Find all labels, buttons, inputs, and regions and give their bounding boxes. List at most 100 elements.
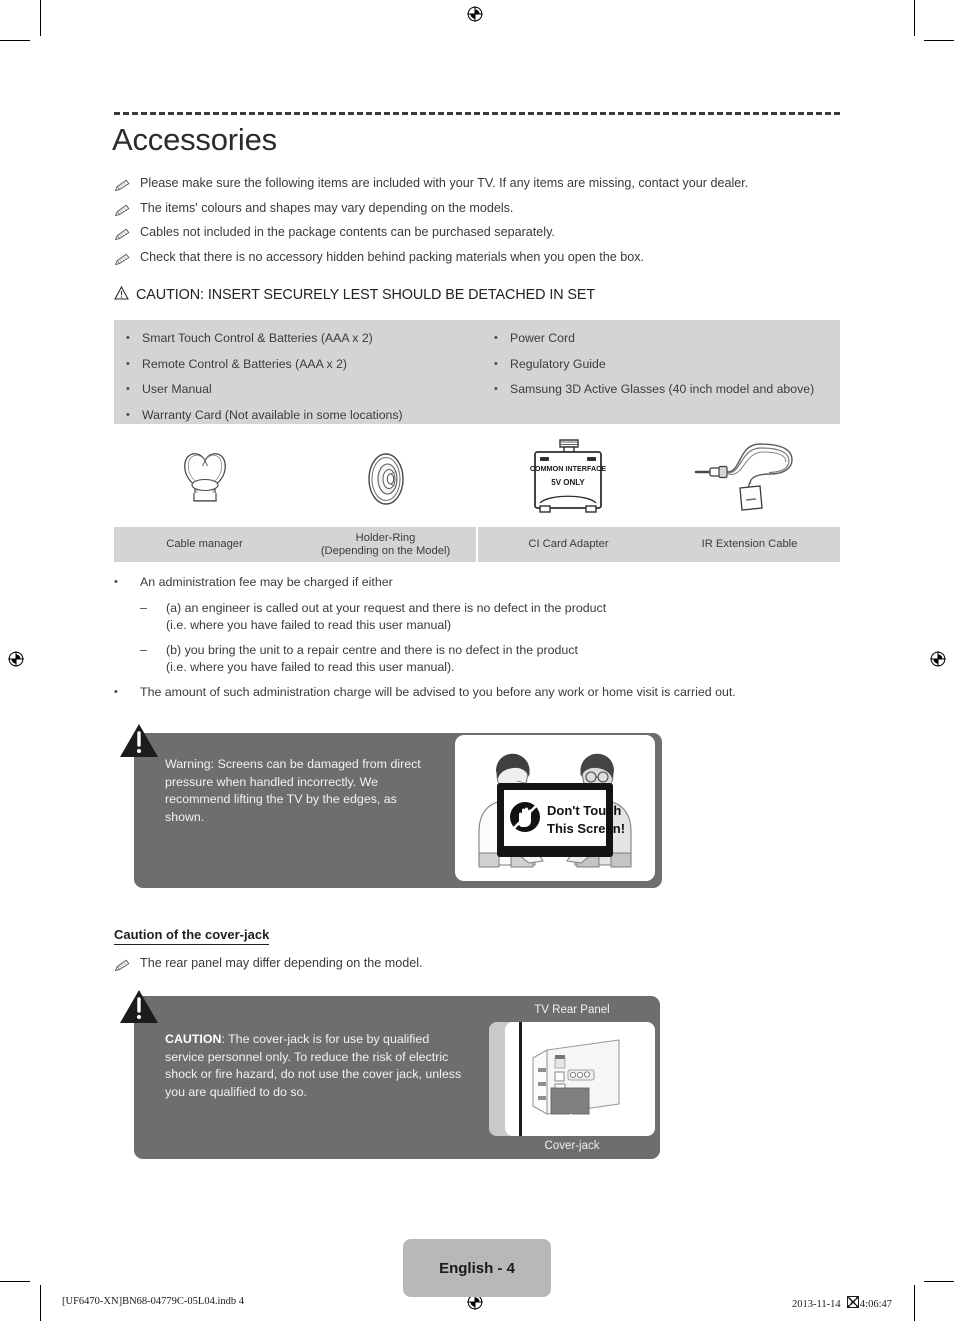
- cover-jack-note: The rear panel may differ depending on t…: [114, 956, 423, 974]
- registration-mark-left: [8, 651, 24, 667]
- list-item-label: Regulatory Guide: [510, 356, 606, 371]
- admin-sub-item: – (a) an engineer is called out at your …: [114, 600, 854, 633]
- caption-line-2: (Depending on the Model): [320, 544, 451, 557]
- crop-mark-top-right-horizontal: [924, 40, 954, 41]
- note-item: The items' colours and shapes may vary d…: [114, 201, 854, 216]
- dash-icon: –: [140, 643, 147, 658]
- admin-bullet-item: • The amount of such administration char…: [114, 684, 854, 700]
- dash-icon: –: [140, 601, 147, 616]
- caption-line-1: Cable manager: [166, 538, 243, 550]
- footer-file-name: [UF6470-XN]BN68-04779C-05L04.indb 4: [62, 1296, 244, 1307]
- bullet-icon: •: [494, 357, 498, 370]
- list-item: • Power Cord: [494, 326, 834, 352]
- accessory-caption-cable-manager: Cable manager: [114, 527, 295, 562]
- accessory-icon-cell: COMMON INTERFACE 5V ONLY: [477, 432, 659, 525]
- list-item-label: Remote Control & Batteries (AAA x 2): [142, 356, 348, 371]
- admin-bullet-text: An administration fee may be charged if …: [140, 575, 393, 589]
- notes-list: Please make sure the following items are…: [114, 176, 854, 274]
- bullet-icon: •: [114, 576, 118, 588]
- accessory-list-right-column: • Power Cord • Regulatory Guide • Samsun…: [494, 326, 834, 403]
- pencil-note-icon: [114, 179, 140, 194]
- crop-mark-top-left-vertical: [40, 0, 41, 36]
- list-item-label: Smart Touch Control & Batteries (AAA x 2…: [142, 331, 373, 345]
- screen-text-line-2: This Screen!: [547, 821, 625, 836]
- bullet-icon: •: [114, 686, 118, 699]
- accessory-icon-cell: [114, 432, 296, 525]
- accessory-icons-row: COMMON INTERFACE 5V ONLY: [114, 432, 840, 525]
- pencil-note-icon: [114, 228, 140, 243]
- list-item: • Warranty Card (Not available in some l…: [126, 403, 486, 429]
- accessory-icons-captions: Cable manager Holder-Ring (Depending on …: [114, 527, 840, 562]
- bullet-icon: •: [494, 332, 498, 344]
- note-text: Check that there is no accessory hidden …: [140, 249, 645, 264]
- page-title: Accessories: [112, 122, 277, 157]
- accessory-caption-holder-ring: Holder-Ring (Depending on the Model): [295, 527, 476, 562]
- note-text: The items' colours and shapes may vary d…: [140, 200, 514, 215]
- ci-card-adapter-icon: COMMON INTERFACE 5V ONLY: [530, 438, 606, 513]
- pencil-note-icon: [114, 204, 140, 219]
- admin-sub-text-line-2: (i.e. where you have failed to read this…: [166, 659, 455, 674]
- accessory-caption-ir-extension-cable: IR Extension Cable: [659, 527, 840, 562]
- admin-bullet-item: • An administration fee may be charged i…: [114, 574, 854, 590]
- note-item: Cables not included in the package conte…: [114, 225, 854, 243]
- page-number-badge: English - 4: [403, 1239, 551, 1297]
- bullet-icon: •: [126, 332, 130, 344]
- list-item-label: Power Cord: [510, 331, 575, 345]
- administration-fee-list: • An administration fee may be charged i…: [114, 574, 854, 710]
- admin-sub-text-line-1: (b) you bring the unit to a repair centr…: [166, 643, 578, 658]
- pencil-note-icon: [114, 959, 140, 974]
- list-item: • User Manual: [126, 377, 486, 403]
- cover-jack-caution-text: CAUTION: The cover-jack is for use by qu…: [165, 1031, 465, 1101]
- note-item: Check that there is no accessory hidden …: [114, 250, 854, 265]
- unrenderable-cjk-glyph: [846, 1296, 859, 1308]
- cable-manager-icon: [183, 452, 226, 502]
- crop-mark-bottom-left-vertical: [40, 1285, 41, 1321]
- cover-jack-caution-strong: CAUTION: [165, 1032, 222, 1046]
- title-dashed-rule: [114, 112, 840, 115]
- list-item-label: Samsung 3D Active Glasses (40 inch model…: [510, 382, 815, 396]
- bullet-icon: •: [126, 357, 130, 370]
- note-item: Please make sure the following items are…: [114, 176, 854, 194]
- note-text: Please make sure the following items are…: [140, 176, 749, 190]
- bullet-icon: •: [494, 383, 498, 395]
- accessory-caption-ci-card-adapter: CI Card Adapter: [476, 527, 659, 562]
- manual-page: Accessories Please make sure the followi…: [0, 0, 954, 1321]
- tv-rear-panel-illustration: [489, 1022, 655, 1136]
- list-item-label: User Manual: [142, 382, 212, 396]
- list-item: • Regulatory Guide: [494, 352, 834, 378]
- footer-timestamp: 2013-11-14 4:06:47: [792, 1296, 892, 1310]
- accessory-icon-cell: [659, 432, 841, 525]
- ci-badge-line2: 5V ONLY: [551, 478, 585, 487]
- bullet-icon: •: [126, 408, 130, 421]
- bullet-icon: •: [126, 383, 130, 395]
- list-item: • Samsung 3D Active Glasses (40 inch mod…: [494, 377, 834, 403]
- list-item: • Smart Touch Control & Batteries (AAA x…: [126, 326, 486, 352]
- note-text: Cables not included in the package conte…: [140, 225, 555, 239]
- admin-bullet-text: The amount of such administration charge…: [140, 685, 736, 700]
- admin-sub-text: (a) an engineer is called out at your re…: [166, 600, 606, 633]
- cover-jack-section-title: Caution of the cover-jack: [114, 927, 270, 945]
- footer-date: 2013-11-14: [792, 1299, 841, 1310]
- warning-triangle-icon: [118, 722, 160, 765]
- accessory-list-left-column: • Smart Touch Control & Batteries (AAA x…: [126, 326, 486, 428]
- ir-extension-cable-icon: [694, 442, 793, 511]
- screen-text-line-1: Don't Touch: [547, 803, 621, 818]
- caution-headline: CAUTION: INSERT SECURELY LEST SHOULD BE …: [114, 285, 595, 304]
- admin-sub-item: – (b) you bring the unit to a repair cen…: [114, 642, 854, 675]
- ci-badge-line1: COMMON INTERFACE: [530, 464, 606, 473]
- caution-headline-text: CAUTION: INSERT SECURELY LEST SHOULD BE …: [136, 286, 596, 303]
- tv-rear-panel-label: TV Rear Panel: [534, 1004, 610, 1016]
- caption-line-1: IR Extension Cable: [701, 538, 798, 550]
- admin-sub-text: (b) you bring the unit to a repair centr…: [166, 642, 578, 675]
- admin-sub-text-line-1: (a) an engineer is called out at your re…: [166, 601, 607, 616]
- warning-triangle-icon: [114, 285, 129, 305]
- list-item: • Remote Control & Batteries (AAA x 2): [126, 352, 486, 378]
- crop-mark-top-right-vertical: [914, 0, 915, 36]
- crop-mark-bottom-right-horizontal: [924, 1281, 954, 1282]
- pencil-note-icon: [114, 253, 140, 268]
- admin-sub-text-line-2: (i.e. where you have failed to read this…: [166, 617, 452, 632]
- two-people-lifting-tv-illustration: Don't Touch This Screen!: [455, 735, 655, 881]
- registration-mark-top: [467, 6, 483, 22]
- caption-line-1: CI Card Adapter: [528, 538, 609, 550]
- accessory-icon-cell: [296, 432, 478, 525]
